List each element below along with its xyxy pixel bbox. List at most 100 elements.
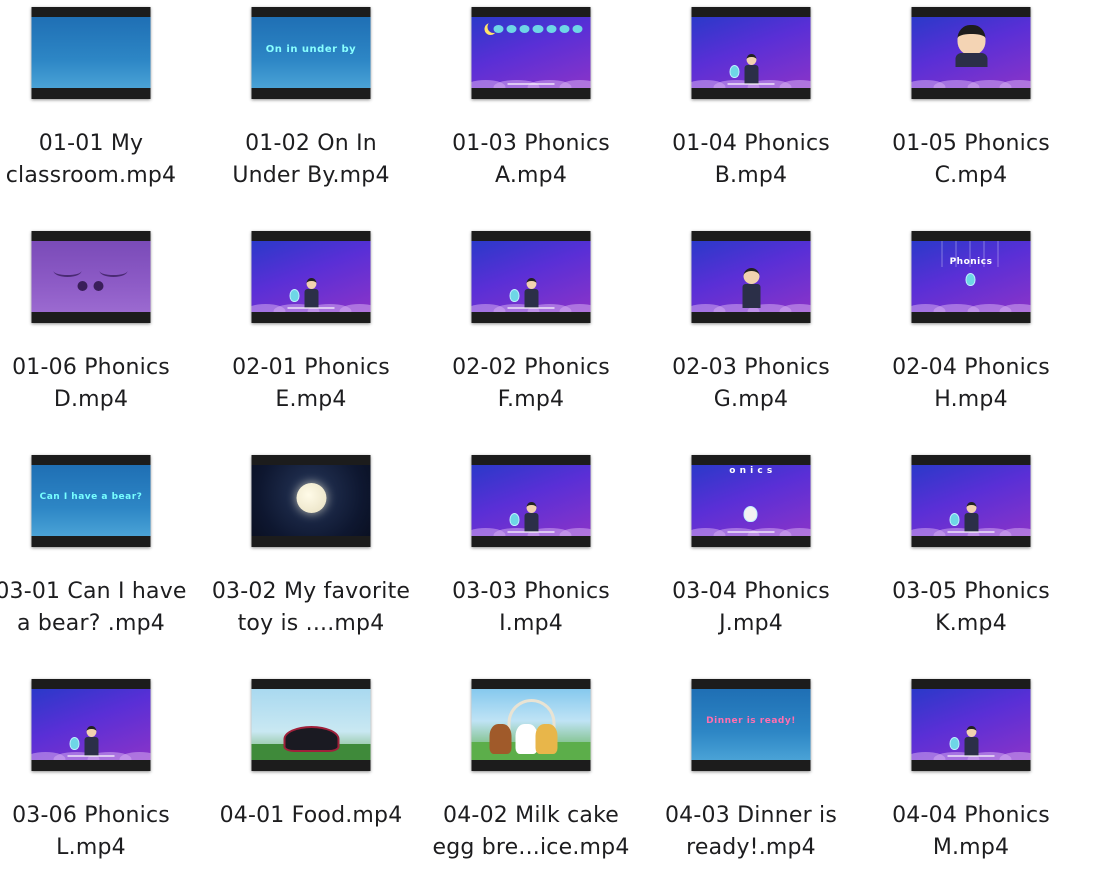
video-thumbnail[interactable]: Dinner is ready!: [691, 679, 811, 771]
file-item[interactable]: Phonics 02-04 Phonics H.mp4: [861, 224, 1081, 448]
cartoon-character: [535, 724, 558, 754]
file-name-label: 03-02 My favorite toy is ....mp4: [211, 579, 411, 636]
thumbnail-bar-bottom: [691, 312, 811, 323]
thumbnail-scene: Dinner is ready!: [691, 689, 811, 760]
thumbnail-bar-bottom: [691, 536, 811, 547]
file-item[interactable]: 01-06 Phonics D.mp4: [0, 224, 201, 448]
thumbnail-scene: [251, 241, 371, 312]
letter-egg: [743, 506, 758, 522]
thumbnail-bar-top: [691, 7, 811, 17]
thumbnail-bar-top: [251, 455, 371, 465]
video-thumbnail[interactable]: [251, 679, 371, 771]
video-thumbnail[interactable]: [31, 7, 151, 99]
video-thumbnail[interactable]: [251, 231, 371, 323]
thumbnail-bar-top: [691, 455, 811, 465]
thumbnail-bar-bottom: [251, 760, 371, 771]
thumbnail-scene: [911, 689, 1031, 760]
cloud-shape: [779, 80, 811, 88]
caption-strip: [67, 755, 115, 757]
thumbnail-bar-top: [911, 455, 1031, 465]
file-item[interactable]: o n i c s 03-04 Phonics J.mp4: [641, 448, 861, 672]
video-thumbnail[interactable]: Can I have a bear?: [31, 455, 151, 547]
file-item[interactable]: 01-04 Phonics B.mp4: [641, 0, 861, 224]
professor-figure: [964, 726, 978, 756]
file-name-label: 01-02 On In Under By.mp4: [232, 131, 390, 188]
video-thumbnail[interactable]: On in under by: [251, 7, 371, 99]
video-thumbnail[interactable]: [251, 455, 371, 547]
thumbnail-bar-bottom: [251, 536, 371, 547]
thumbnail-scene: [31, 689, 151, 760]
thumbnail-bar-top: [471, 679, 591, 689]
video-thumbnail[interactable]: [691, 7, 811, 99]
file-item[interactable]: 02-02 Phonics F.mp4: [421, 224, 641, 448]
cloud-shape: [559, 304, 591, 312]
letter-egg: [949, 513, 960, 526]
file-item[interactable]: 03-03 Phonics I.mp4: [421, 448, 641, 672]
video-thumbnail[interactable]: [911, 7, 1031, 99]
file-name-label: 01-06 Phonics D.mp4: [12, 355, 170, 412]
file-item[interactable]: 02-01 Phonics E.mp4: [201, 224, 421, 448]
letter-egg: [949, 737, 960, 750]
thumbnail-bar-top: [31, 455, 151, 465]
thumbnail-bar-bottom: [911, 88, 1031, 99]
file-item[interactable]: 03-02 My favorite toy is ....mp4: [201, 448, 421, 672]
video-thumbnail[interactable]: [691, 231, 811, 323]
letter-egg: [289, 289, 300, 302]
thumbnail-bar-top: [31, 231, 151, 241]
file-item[interactable]: 01-01 My classroom.mp4: [0, 0, 201, 224]
file-item[interactable]: Can I have a bear? 03-01 Can I have a bea…: [0, 448, 201, 672]
file-name-label: 03-03 Phonics I.mp4: [452, 579, 610, 636]
cloud-shape: [779, 528, 811, 536]
video-thumbnail[interactable]: [911, 679, 1031, 771]
thumbnail-text: Can I have a bear?: [39, 491, 143, 502]
thumbnail-text: On in under by: [265, 43, 357, 55]
thumbnail-scene: [911, 465, 1031, 536]
file-item[interactable]: 04-02 Milk cake egg bre...ice.mp4: [421, 672, 641, 896]
thumbnail-bar-bottom: [31, 312, 151, 323]
file-item[interactable]: 01-03 Phonics A.mp4: [421, 0, 641, 224]
thumbnail-bar-bottom: [691, 88, 811, 99]
video-thumbnail[interactable]: [31, 231, 151, 323]
thumbnail-text: Phonics: [949, 256, 993, 267]
file-item[interactable]: Dinner is ready! 04-03 Dinner is ready!.m…: [641, 672, 861, 896]
file-item[interactable]: 04-04 Phonics M.mp4: [861, 672, 1081, 896]
thumbnail-scene: Can I have a bear?: [31, 465, 151, 536]
letter-row: [493, 25, 583, 33]
thumbnail-scene: [471, 17, 591, 88]
file-item[interactable]: On in under by 01-02 On In Under By.mp4: [201, 0, 421, 224]
thumbnail-scene: [251, 465, 371, 536]
thumbnail-scene: [31, 17, 151, 88]
video-thumbnail[interactable]: [471, 7, 591, 99]
letter-egg: [69, 737, 80, 750]
video-thumbnail[interactable]: [31, 679, 151, 771]
video-thumbnail[interactable]: [911, 455, 1031, 547]
thumbnail-bar-bottom: [691, 760, 811, 771]
video-thumbnail[interactable]: o n i c s: [691, 455, 811, 547]
professor-figure: [84, 726, 98, 756]
cloud-shape: [119, 752, 151, 760]
video-thumbnail[interactable]: [471, 455, 591, 547]
file-item[interactable]: 03-06 Phonics L.mp4: [0, 672, 201, 896]
thumbnail-bar-top: [251, 7, 371, 17]
video-thumbnail[interactable]: [471, 231, 591, 323]
thumbnail-bar-bottom: [31, 760, 151, 771]
full-moon-icon: [296, 482, 326, 513]
thumbnail-bar-bottom: [471, 536, 591, 547]
thumbnail-bar-top: [471, 7, 591, 17]
thumbnail-bar-top: [691, 231, 811, 241]
file-item[interactable]: 03-05 Phonics K.mp4: [861, 448, 1081, 672]
caption-strip: [507, 83, 555, 85]
file-grid: 01-01 My classroom.mp4 On in under by 01-0…: [0, 0, 1110, 872]
professor-figure: [964, 502, 978, 532]
file-item[interactable]: 01-05 Phonics C.mp4: [861, 0, 1081, 224]
thumbnail-bar-top: [911, 231, 1031, 241]
video-thumbnail[interactable]: Phonics: [911, 231, 1031, 323]
thumbnail-bar-top: [251, 679, 371, 689]
cloud-shape: [999, 528, 1031, 536]
cloud-shape: [559, 80, 591, 88]
file-item[interactable]: 04-01 Food.mp4: [201, 672, 421, 896]
file-item[interactable]: 02-03 Phonics G.mp4: [641, 224, 861, 448]
professor-figure: [524, 278, 538, 308]
video-thumbnail[interactable]: [471, 679, 591, 771]
nostril-left: [77, 281, 88, 291]
